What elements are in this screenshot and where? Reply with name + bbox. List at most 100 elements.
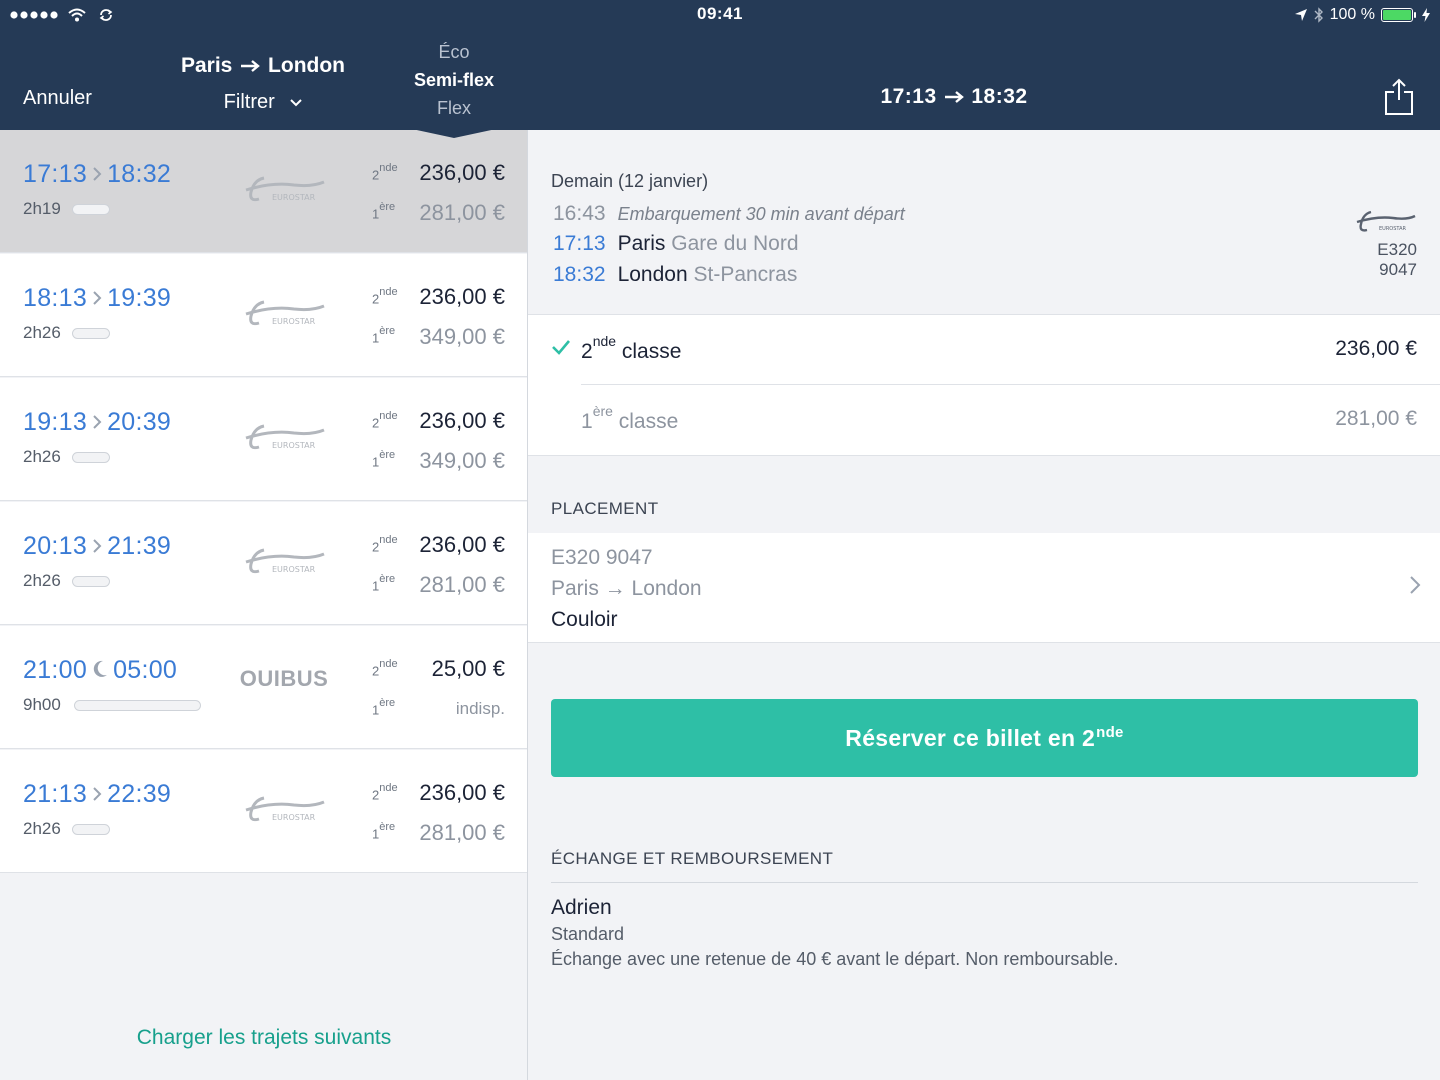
charging-bolt-icon [1422, 8, 1430, 22]
class-1-label: 1ère [372, 449, 396, 470]
train-type: E320 [1377, 240, 1417, 259]
trip-row[interactable]: 21:00 05:00 9h00 OUIBUS 2nde 1ère 25,00 € indis… [0, 626, 527, 749]
departure-line: 17:13 Paris Gare du Nord [553, 232, 799, 256]
status-time: 09:41 [697, 4, 743, 23]
duration-bar [72, 824, 110, 835]
exchange-description: Échange avec une retenue de 40 € avant l… [551, 949, 1119, 969]
trip-arrival: 20:39 [107, 408, 172, 436]
route-to: London [268, 54, 346, 77]
boarding-time: 16:43 [553, 202, 606, 225]
trip-arrival: 22:39 [107, 780, 172, 808]
arrival-city: London [617, 263, 688, 286]
class-2-price: 236,00 € [419, 160, 505, 185]
class-2-label: 2nde [372, 534, 398, 555]
trip-row[interactable]: 21:13 22:39 2h26 EUROSTAR 2nde 1ère 236,00 € 28… [0, 750, 527, 873]
trip-row[interactable]: 19:13 20:39 2h26 EUROSTAR 2nde 1ère 236,00 € 34… [0, 378, 527, 501]
moon-icon [92, 660, 108, 683]
exchange-divider [551, 882, 1418, 883]
class-2-label: 2nde [372, 286, 398, 307]
trip-row[interactable]: 17:13 18:32 2h19 EUROSTAR 2nde 1ère 236,00 € 28… [0, 130, 527, 253]
class-2-price: 25,00 € [431, 656, 505, 681]
header-notch [412, 129, 496, 138]
top-header: 09:41 100 % Annuler Paris London Filtrer… [0, 0, 1440, 130]
share-icon[interactable] [1384, 78, 1414, 116]
class-selector: 2nde classe 236,00 € 1ère classe 281,00 … [528, 315, 1440, 456]
duration-bar [72, 452, 110, 463]
class-1-price: 281,00 € [419, 572, 505, 597]
placement-seat: Couloir [551, 608, 618, 631]
class-2-price: 236,00 € [419, 408, 505, 433]
cancel-button[interactable]: Annuler [23, 87, 92, 110]
chevron-right-icon [92, 414, 102, 435]
filter-button[interactable]: Filtrer [163, 91, 363, 114]
trip-times: 18:13 19:39 [23, 284, 171, 313]
class-2-label: 2nde [372, 782, 398, 803]
eurostar-logo: EUROSTAR [245, 176, 325, 202]
exchange-name: Adrien [551, 896, 612, 919]
class-1-label: 1ère [372, 325, 396, 346]
class-2-label: 2nde [372, 658, 398, 679]
chevron-right-icon [1410, 576, 1421, 594]
duration-bar [72, 204, 110, 215]
trip-duration: 2h26 [23, 571, 61, 590]
placement-title: PLACEMENT [551, 499, 659, 518]
battery-percent: 100 % [1329, 6, 1375, 23]
class-1-label: 1ère [372, 821, 396, 842]
fare-option-semiflex[interactable]: Semi-flex [384, 66, 524, 94]
class-2-price: 236,00 € [419, 532, 505, 557]
book-label: Réserver ce billet en 2 [845, 724, 1096, 751]
chevron-right-icon [92, 538, 102, 559]
fare-option-eco[interactable]: Éco [384, 38, 524, 66]
duration-bar [72, 328, 110, 339]
trip-times: 21:13 22:39 [23, 780, 171, 809]
trip-row[interactable]: 18:13 19:39 2h26 EUROSTAR 2nde 1ère 236,00 € 34… [0, 254, 527, 377]
placement-row[interactable]: E320 9047 Paris → London Couloir [528, 533, 1440, 643]
trip-row[interactable]: 20:13 21:39 2h26 EUROSTAR 2nde 1ère 236,00 € 28… [0, 502, 527, 625]
placement-route: Paris → London [551, 577, 702, 600]
exchange-title: ÉCHANGE ET REMBOURSEMENT [551, 849, 834, 868]
departure-city: Paris [617, 232, 666, 255]
class-1-price: 349,00 € [419, 324, 505, 349]
class-2-label: 2nde classe [581, 333, 682, 363]
class-1-price: 349,00 € [419, 448, 505, 473]
trip-duration: 9h00 [23, 695, 61, 714]
class-1-label: 1ère [372, 201, 396, 222]
load-more-link[interactable]: Charger les trajets suivants [0, 1026, 528, 1050]
trip-duration: 2h26 [23, 447, 61, 466]
class-2-label: 2nde [372, 162, 398, 183]
book-ticket-button[interactable]: Réserver ce billet en 2 nde [551, 699, 1418, 777]
eurostar-logo-text: EUROSTAR [272, 813, 316, 822]
detail-title-arr: 18:32 [971, 85, 1028, 108]
trip-times: 19:13 20:39 [23, 408, 171, 437]
fare-picker[interactable]: Éco Semi-flex Flex [384, 38, 524, 122]
class-option-2nde[interactable]: 2nde classe 236,00 € [528, 315, 1440, 385]
fare-option-flex[interactable]: Flex [384, 94, 524, 122]
boarding-line: 16:43 Embarquement 30 min avant départ [553, 202, 905, 226]
eurostar-logo-text: EUROSTAR [272, 441, 316, 450]
class-1-price: 281,00 € [419, 820, 505, 845]
ouibus-logo: OUIBUS [239, 666, 329, 691]
chevron-down-icon [290, 99, 303, 107]
chevron-right-icon [92, 166, 102, 187]
trip-duration: 2h26 [23, 323, 61, 342]
class-1-price: 281,00 € [419, 200, 505, 225]
trip-departure: 18:13 [23, 284, 88, 312]
eurostar-logo: EUROSTAR [1356, 210, 1416, 232]
exchange-type: Standard [551, 924, 625, 944]
book-label-sup: nde [1096, 723, 1124, 741]
trip-times: 17:13 18:32 [23, 160, 171, 189]
trip-summary: Demain (12 janvier) 16:43 Embarquement 3… [528, 130, 1440, 315]
trip-times: 20:13 21:39 [23, 532, 171, 561]
class-2-price: 236,00 € [1335, 337, 1417, 360]
duration-bar [72, 576, 110, 587]
class-option-1ere[interactable]: 1ère classe 281,00 € [528, 385, 1440, 455]
eurostar-logo: EUROSTAR [245, 548, 325, 574]
trip-detail: Demain (12 janvier) 16:43 Embarquement 3… [528, 130, 1440, 1080]
class-2-price: 236,00 € [419, 780, 505, 805]
battery-icon [1381, 8, 1416, 22]
trip-duration: 2h19 [23, 199, 61, 218]
arrival-line: 18:32 London St-Pancras [553, 263, 797, 287]
class-2-label: 2nde [372, 410, 398, 431]
eurostar-logo-text: EUROSTAR [272, 193, 316, 202]
trip-times: 21:00 05:00 [23, 656, 177, 685]
